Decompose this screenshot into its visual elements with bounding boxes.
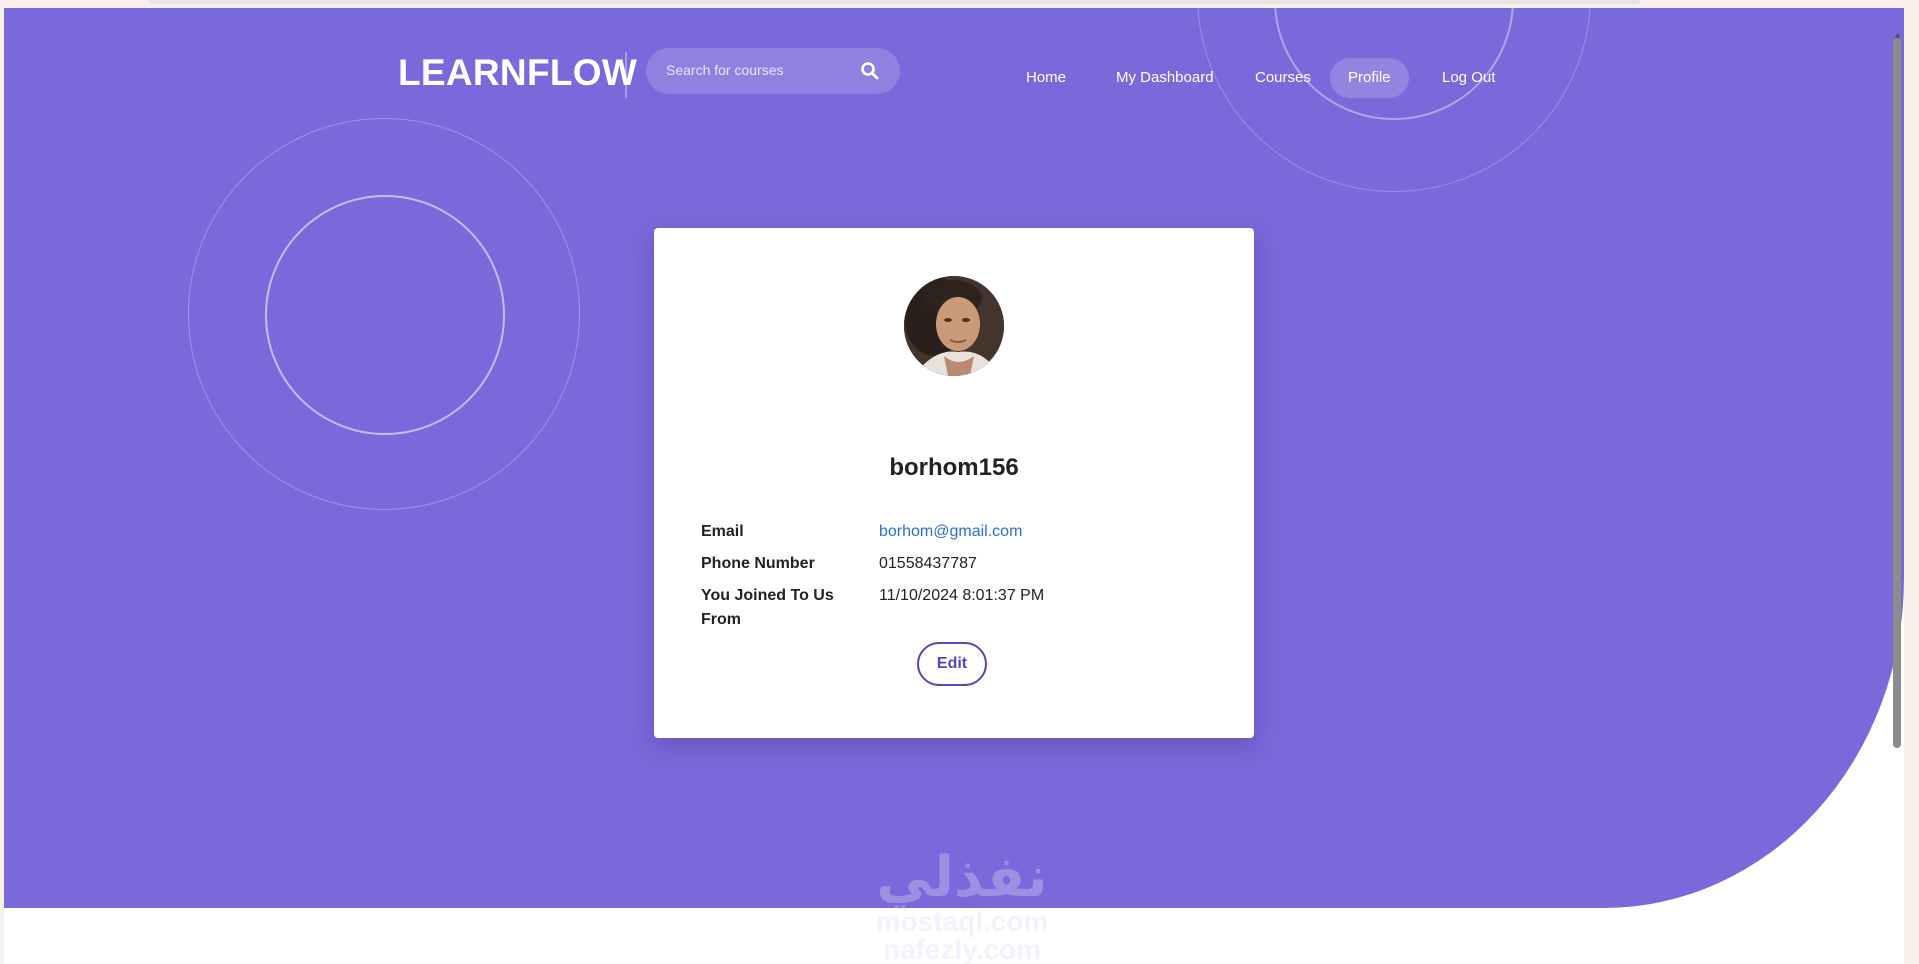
watermark-mostaql: mostaql.com [875,906,1049,937]
nav-my-dashboard[interactable]: My Dashboard [1098,58,1232,98]
email-value[interactable]: borhom@gmail.com [879,520,1022,544]
browser-top-strip [150,0,1640,4]
joined-value: 11/10/2024 8:01:37 PM [879,587,1045,604]
nav-home[interactable]: Home [1008,58,1084,98]
nav-profile[interactable]: Profile [1330,58,1409,98]
page-viewport: LEARNFLOW Search for courses Home My Das… [4,8,1904,964]
watermark-arabic-text: نفذلي [876,845,1048,910]
search-placeholder: Search for courses [666,62,784,78]
phone-value: 01558437787 [879,555,977,572]
nav-courses[interactable]: Courses [1237,58,1329,98]
edit-profile-button[interactable]: Edit [917,642,987,686]
avatar [904,276,1004,376]
search-input[interactable]: Search for courses [646,48,900,94]
brand-divider [625,52,627,98]
profile-card: borhom156 Email borhom@gmail.com Phone N… [654,228,1254,738]
decorative-ring-inner-left [265,195,505,435]
avatar-portrait-icon [904,276,1004,376]
brand-logo[interactable]: LEARNFLOW [398,52,637,94]
nav-log-out[interactable]: Log Out [1424,58,1513,98]
joined-label: You Joined To Us From [701,587,834,628]
scroll-thumb[interactable] [1893,38,1901,748]
watermark-nafezly: nafezly.com [882,934,1042,964]
vertical-scrollbar[interactable]: ▲ [1892,30,1904,750]
phone-label: Phone Number [701,555,815,572]
email-label: Email [701,523,744,540]
search-icon[interactable] [860,61,880,81]
profile-username: borhom156 [889,454,1019,481]
watermark: نفذلي mostaql.com nafezly.com [847,848,1077,964]
hero-background: LEARNFLOW Search for courses Home My Das… [4,8,1904,908]
